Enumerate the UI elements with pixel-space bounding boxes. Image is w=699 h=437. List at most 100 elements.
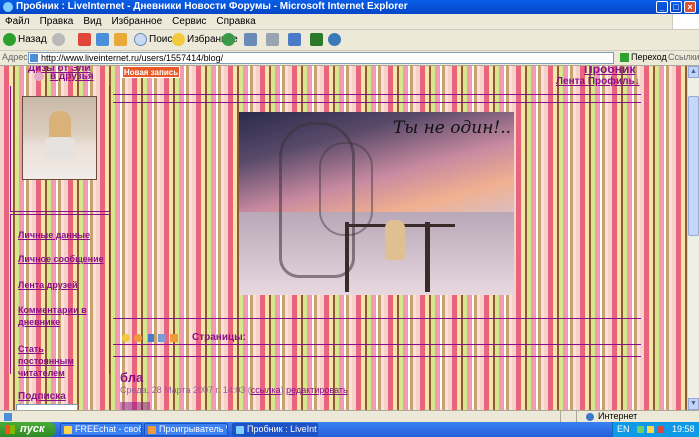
go-label: Переход xyxy=(631,52,667,62)
divider xyxy=(10,214,11,374)
menu-view[interactable]: Вид xyxy=(78,14,106,27)
divider xyxy=(113,102,641,103)
divider xyxy=(113,318,641,319)
new-post-button[interactable]: Новая запись xyxy=(122,66,180,78)
forward-arrow-icon xyxy=(52,32,65,46)
divider xyxy=(113,344,641,345)
task-liveinternet[interactable]: Пробник : LiveIntern... xyxy=(232,423,318,436)
windows-logo-icon xyxy=(672,14,699,29)
avatar[interactable] xyxy=(22,96,97,180)
globe-icon xyxy=(586,413,594,421)
back-label: Назад xyxy=(18,34,47,45)
post-title[interactable]: бла xyxy=(120,370,143,385)
history-icon xyxy=(222,32,235,46)
minimize-button[interactable]: _ xyxy=(656,1,668,13)
vertical-scrollbar[interactable]: ▲ ▼ xyxy=(687,66,699,410)
menu-help[interactable]: Справка xyxy=(211,14,260,27)
refresh-button[interactable] xyxy=(96,32,111,48)
start-button[interactable]: пуск xyxy=(0,422,56,437)
banner-image: Ты не один!.. xyxy=(239,112,514,295)
divider xyxy=(109,214,110,374)
home-button[interactable] xyxy=(114,32,129,48)
stop-icon xyxy=(78,32,91,46)
task-media-player[interactable]: Проигрыватель Win... xyxy=(144,423,228,436)
avatar-body xyxy=(45,137,75,159)
divider xyxy=(10,86,11,211)
address-bar: Адрес: http://www.liveinternet.ru/users/… xyxy=(0,51,699,66)
post-edit-link[interactable]: редактировать xyxy=(286,385,348,395)
tray-icon[interactable] xyxy=(637,426,644,433)
web-content: Дизы от Эли в друзья Новая запись Пробни… xyxy=(0,66,687,410)
mail-icon xyxy=(244,32,257,46)
divider xyxy=(10,214,110,215)
messenger-button[interactable] xyxy=(328,32,343,48)
post-date: Среда, 28 Марта 2007 г. 14:03 xyxy=(120,385,246,395)
menu-edit[interactable]: Правка xyxy=(35,14,79,27)
banner-caption: Ты не один!.. xyxy=(393,118,512,138)
sidebar-item-subscribe-reader[interactable]: Стать постоянным читателем xyxy=(18,343,102,379)
clock: 19:58 xyxy=(672,424,695,434)
scroll-up-arrow-icon[interactable]: ▲ xyxy=(688,66,699,78)
divider xyxy=(109,86,110,211)
add-friend-link[interactable]: в друзья xyxy=(50,71,94,82)
back-arrow-icon xyxy=(3,32,16,46)
system-tray: EN 19:58 xyxy=(612,422,699,437)
divider xyxy=(560,411,561,422)
edit-icon xyxy=(288,32,301,46)
header-nav-links[interactable]: Лента Профиль↓ xyxy=(556,76,640,87)
scrollbar-thumb[interactable] xyxy=(688,96,699,236)
go-button[interactable]: Переход xyxy=(620,52,667,63)
menu-bar: Файл Правка Вид Избранное Сервис Справка xyxy=(0,14,699,30)
print-button[interactable] xyxy=(266,32,281,48)
rss-icon[interactable] xyxy=(170,334,178,342)
back-button[interactable]: Назад xyxy=(3,32,47,48)
blog-name[interactable]: Пробник xyxy=(584,66,635,76)
task-freechat[interactable]: FREEchat - свобода ... xyxy=(60,423,142,436)
address-url: http://www.liveinternet.ru/users/1557414… xyxy=(41,53,224,63)
messenger-icon xyxy=(328,32,341,46)
smile-icon[interactable] xyxy=(122,334,130,342)
close-button[interactable]: × xyxy=(684,1,696,13)
mail-button[interactable] xyxy=(244,32,259,48)
calendar-icon[interactable] xyxy=(158,334,166,342)
stop-button[interactable] xyxy=(78,32,93,48)
edit-button[interactable] xyxy=(288,32,303,48)
links-button[interactable]: Ссылки xyxy=(668,52,699,62)
address-label: Адрес: xyxy=(2,52,31,62)
tray-icon[interactable] xyxy=(657,426,664,433)
divider xyxy=(113,356,641,357)
pages-label: Страницы: xyxy=(192,332,246,343)
menu-favorites[interactable]: Избранное xyxy=(106,14,167,27)
window-titlebar[interactable]: Пробник : LiveInternet - Дневники Новост… xyxy=(0,0,699,14)
tray-icon[interactable] xyxy=(647,426,654,433)
media-player-icon xyxy=(148,426,156,434)
toolbar: Назад Поиск Избранное xyxy=(0,30,699,51)
scroll-down-arrow-icon[interactable]: ▼ xyxy=(688,398,699,410)
menu-file[interactable]: Файл xyxy=(0,14,35,27)
railing-post xyxy=(425,222,430,292)
language-indicator[interactable]: EN xyxy=(617,422,630,437)
divider xyxy=(10,211,110,212)
zone-label: Интернет xyxy=(598,411,638,421)
menu-tools[interactable]: Сервис xyxy=(167,14,211,27)
go-arrow-icon xyxy=(620,53,629,63)
post-body xyxy=(120,402,150,410)
sidebar-item-comments[interactable]: Комментарии в дневнике xyxy=(18,304,98,328)
refresh-icon xyxy=(96,32,109,46)
address-input[interactable]: http://www.liveinternet.ru/users/1557414… xyxy=(28,52,614,64)
search-button[interactable]: Поиск xyxy=(134,32,177,48)
sidebar-item-friends-feed[interactable]: Лента друзей xyxy=(18,280,78,290)
maximize-button[interactable]: □ xyxy=(670,1,682,13)
window-title: Пробник : LiveInternet - Дневники Новост… xyxy=(16,1,408,12)
windows-flag-icon xyxy=(5,425,15,434)
post-permalink[interactable]: ссылка xyxy=(251,385,281,395)
discuss-button[interactable] xyxy=(310,32,325,48)
post-tools xyxy=(122,334,182,344)
media-button[interactable] xyxy=(222,32,237,48)
mood-icon[interactable] xyxy=(134,334,142,342)
sidebar-item-personal-data[interactable]: Личные данные xyxy=(18,230,90,240)
sidebar-item-private-message[interactable]: Личное сообщение xyxy=(18,254,104,264)
railing-post xyxy=(345,222,349,292)
info-icon[interactable] xyxy=(148,334,154,342)
forward-button[interactable] xyxy=(52,32,67,48)
